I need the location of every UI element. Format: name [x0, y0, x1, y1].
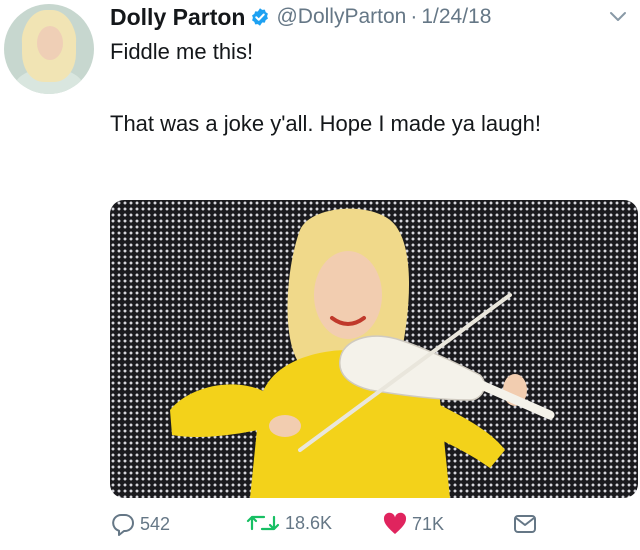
retweet-count: 18.6K	[285, 512, 333, 533]
like-count: 71K	[412, 513, 445, 534]
heart-icon	[383, 512, 407, 534]
direct-message-button[interactable]	[512, 512, 542, 536]
verified-badge-icon	[252, 8, 269, 26]
reply-button[interactable]: 542	[110, 512, 170, 536]
author-avatar[interactable]	[4, 4, 94, 94]
tweet-header: Dolly Parton @DollyParton · 1/24/18	[110, 2, 491, 32]
retweet-button[interactable]: 18.6K	[245, 512, 332, 534]
author-handle[interactable]: @DollyParton	[276, 5, 406, 29]
tweet-date[interactable]: 1/24/18	[421, 5, 491, 29]
photo-illustration	[170, 208, 555, 498]
author-name[interactable]: Dolly Parton	[110, 4, 245, 31]
tweet-actions: 542 18.6K 71K	[0, 512, 640, 542]
avatar-face	[37, 26, 63, 60]
like-button[interactable]: 71K	[382, 512, 444, 536]
reply-count: 542	[140, 513, 171, 534]
direct-message-icon	[514, 515, 536, 533]
retweet-icon	[246, 515, 280, 531]
tweet-media-photo[interactable]	[110, 200, 638, 498]
tweet-text-line2: That was a joke y'all. Hope I made ya la…	[110, 111, 541, 136]
reply-icon	[112, 514, 134, 536]
tweet-text-line1: Fiddle me this!	[110, 39, 254, 64]
chevron-down-icon[interactable]	[608, 10, 628, 24]
header-separator: ·	[410, 5, 418, 28]
